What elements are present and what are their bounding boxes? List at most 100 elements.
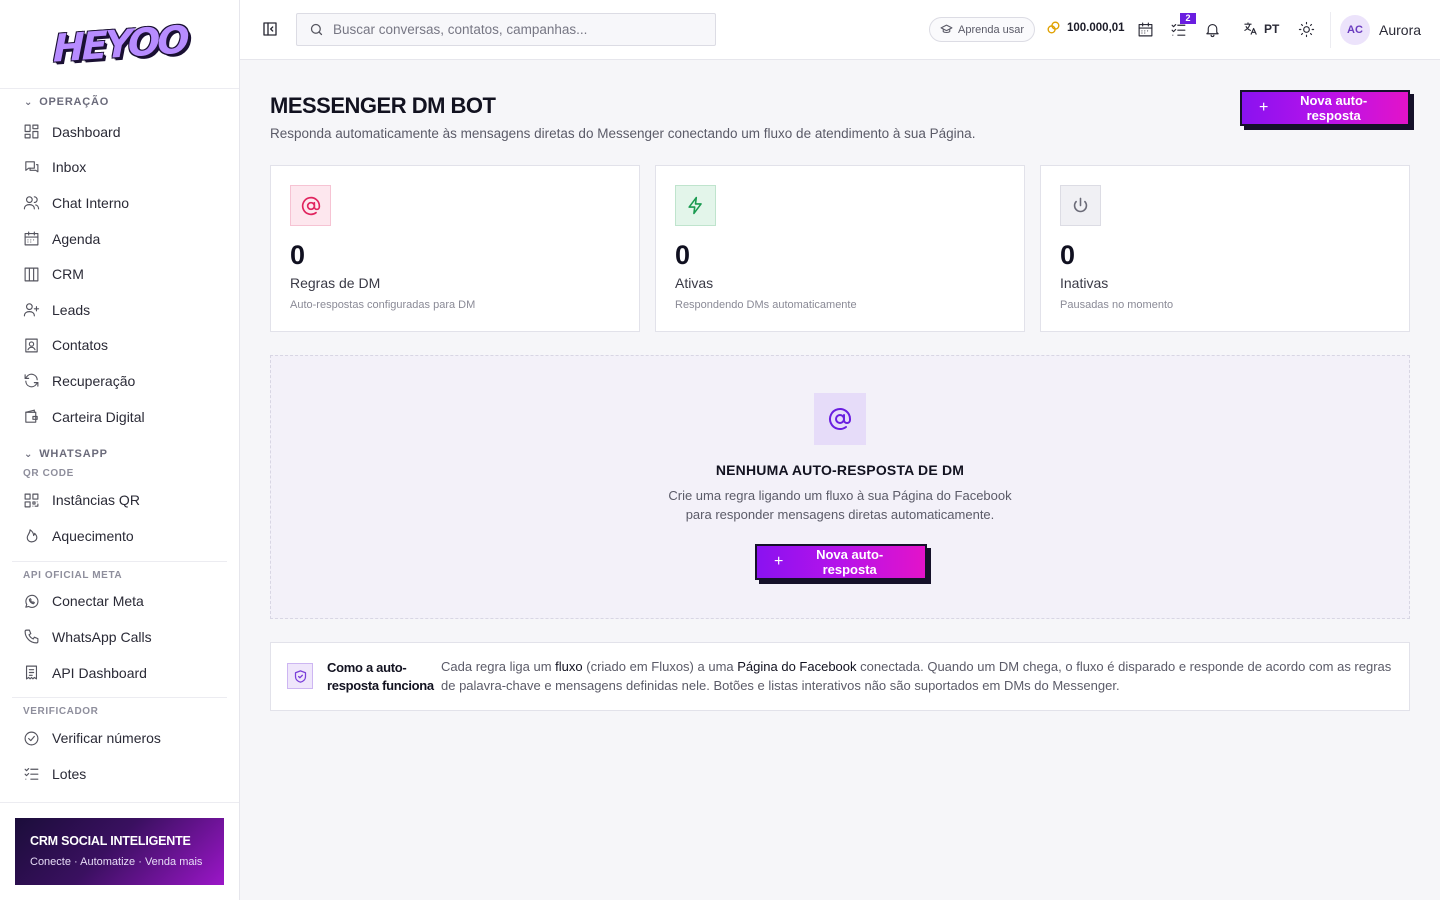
notifications-button[interactable] (1204, 21, 1221, 38)
kanban-icon (24, 267, 39, 282)
info-text: (criado em Fluxos) a uma (582, 659, 738, 674)
search-icon (310, 23, 323, 36)
empty-state-new-button[interactable]: + Nova auto-resposta (755, 544, 927, 580)
whatsapp-icon (25, 594, 39, 608)
sidebar-item-label: Inbox (52, 159, 87, 176)
search-box[interactable] (296, 13, 716, 46)
info-text: Cada regra liga um (441, 659, 556, 674)
sidebar-collapse-icon (263, 22, 277, 36)
language-selector[interactable]: PT (1243, 21, 1279, 36)
calendar-icon (1138, 22, 1153, 37)
button-label: Nova auto-resposta (816, 547, 884, 577)
page-subtitle: Responda automaticamente às mensagens di… (270, 126, 976, 141)
tasks-badge: 2 (1180, 13, 1196, 24)
sidebar-item-label: Agenda (52, 230, 101, 247)
stat-label: Inativas (1060, 275, 1109, 291)
receipt-icon (25, 665, 38, 680)
promo-banner[interactable]: CRM SOCIAL INTELIGENTE Conecte · Automat… (15, 818, 224, 885)
stat-label: Regras de DM (290, 275, 381, 291)
bolt-icon (675, 185, 716, 226)
sidebar-item-inbox[interactable]: Inbox (0, 150, 239, 186)
stat-value: 0 (1060, 240, 1076, 270)
sidebar-item-leads[interactable]: Leads (0, 292, 239, 328)
section-operacao-label: OPERAÇÃO (39, 96, 110, 108)
how-it-works-text: Cada regra liga um fluxo (criado em Flux… (441, 658, 1401, 695)
language-label: PT (1264, 21, 1280, 36)
graduation-cap-icon (940, 24, 953, 34)
plus-icon: + (774, 553, 784, 570)
calendar-icon (24, 231, 39, 246)
user-menu[interactable]: AC Aurora (1340, 15, 1421, 45)
sidebar-item-label: Chat Interno (52, 194, 130, 211)
info-highlight: fluxo (555, 659, 583, 674)
shield-icon (287, 663, 313, 689)
chevron-down-icon: ⌄ (24, 96, 34, 108)
page-title: MESSENGER DM BOT (270, 93, 496, 118)
sidebar-item-label: Recuperação (52, 372, 136, 389)
subsection-api-oficial: API OFICIAL META (23, 569, 123, 581)
sidebar-item-lotes[interactable]: Lotes (0, 756, 239, 792)
sidebar-item-whatsapp-calls[interactable]: WhatsApp Calls (0, 619, 239, 655)
section-whatsapp[interactable]: ⌄ WHATSAPP (0, 442, 239, 466)
bell-icon (1206, 23, 1219, 38)
collapse-sidebar-button[interactable] (262, 21, 278, 37)
user-name: Aurora (1379, 22, 1422, 38)
learn-button[interactable]: Aprenda usar (929, 17, 1036, 42)
plus-icon: + (1259, 99, 1269, 116)
empty-state: NENHUMA AUTO-RESPOSTA DE DM Crie uma reg… (270, 355, 1410, 619)
stat-label: Ativas (675, 275, 714, 291)
learn-label: Aprenda usar (958, 23, 1025, 36)
avatar: AC (1340, 15, 1370, 45)
stat-value: 0 (675, 240, 691, 270)
divider (12, 560, 227, 562)
sidebar-item-label: Instâncias QR (52, 492, 140, 509)
coins-icon (1047, 21, 1060, 34)
new-auto-response-button[interactable]: + Nova auto-resposta (1240, 90, 1410, 126)
sun-icon (1298, 21, 1315, 38)
credits-value: 100.000,01 (1067, 21, 1125, 34)
subsection-verificador: VERIFICADOR (23, 706, 99, 718)
stat-description: Pausadas no momento (1060, 299, 1174, 311)
sidebar-item-instancias-qr[interactable]: Instâncias QR (0, 482, 239, 518)
calendar-button[interactable] (1137, 21, 1154, 38)
user-plus-icon (23, 303, 40, 317)
theme-toggle-button[interactable] (1298, 21, 1315, 38)
logo-area: HEYOO (0, 0, 239, 89)
phone-icon (24, 629, 39, 644)
sidebar-item-verificar-numeros[interactable]: Verificar números (0, 720, 239, 756)
sidebar-item-agenda[interactable]: Agenda (0, 221, 239, 257)
empty-state-description: Crie uma regra ligando um fluxo à sua Pá… (668, 488, 1012, 522)
dashboard-icon (24, 124, 39, 139)
empty-state-title: NENHUMA AUTO-RESPOSTA DE DM (715, 462, 965, 478)
sidebar-item-recuperacao[interactable]: Recuperação (0, 363, 239, 399)
divider (1330, 12, 1331, 48)
logo[interactable]: HEYOO (53, 17, 187, 70)
sidebar-item-label: Leads (52, 301, 91, 318)
sidebar-item-label: CRM (52, 266, 84, 283)
chevron-down-icon: ⌄ (24, 448, 34, 460)
button-label: Nova auto-resposta (1300, 93, 1368, 123)
info-highlight: Página do Facebook (737, 659, 857, 674)
search-input[interactable] (333, 22, 693, 37)
sidebar-item-contatos[interactable]: Contatos (0, 328, 239, 364)
sidebar: HEYOO ⌄ OPERAÇÃO Dashboard Inbox Chat In… (0, 0, 240, 900)
wallet-icon (25, 409, 38, 423)
sidebar-item-label: Conectar Meta (52, 593, 144, 610)
how-it-works-heading: Como a auto-resposta funciona (327, 660, 434, 693)
sidebar-item-carteira-digital[interactable]: Carteira Digital (0, 399, 239, 435)
sidebar-item-api-dashboard[interactable]: API Dashboard (0, 655, 239, 691)
sidebar-item-dashboard[interactable]: Dashboard (0, 114, 239, 150)
sidebar-nav: ⌄ OPERAÇÃO Dashboard Inbox Chat Interno … (0, 90, 239, 802)
translate-icon (1244, 22, 1257, 35)
credits-balance[interactable]: 100.000,01 (1046, 20, 1125, 35)
stat-card-active: 0 Ativas Respondendo DMs automaticamente (655, 165, 1025, 332)
sidebar-item-label: Carteira Digital (52, 408, 145, 425)
sidebar-item-crm[interactable]: CRM (0, 256, 239, 292)
refresh-icon (24, 374, 39, 388)
sidebar-item-conectar-meta[interactable]: Conectar Meta (0, 584, 239, 620)
sidebar-item-chat-interno[interactable]: Chat Interno (0, 185, 239, 221)
section-operacao[interactable]: ⌄ OPERAÇÃO (0, 90, 239, 114)
power-icon (1060, 185, 1101, 226)
sidebar-item-aquecimento[interactable]: Aquecimento (0, 518, 239, 554)
divider (0, 802, 239, 803)
